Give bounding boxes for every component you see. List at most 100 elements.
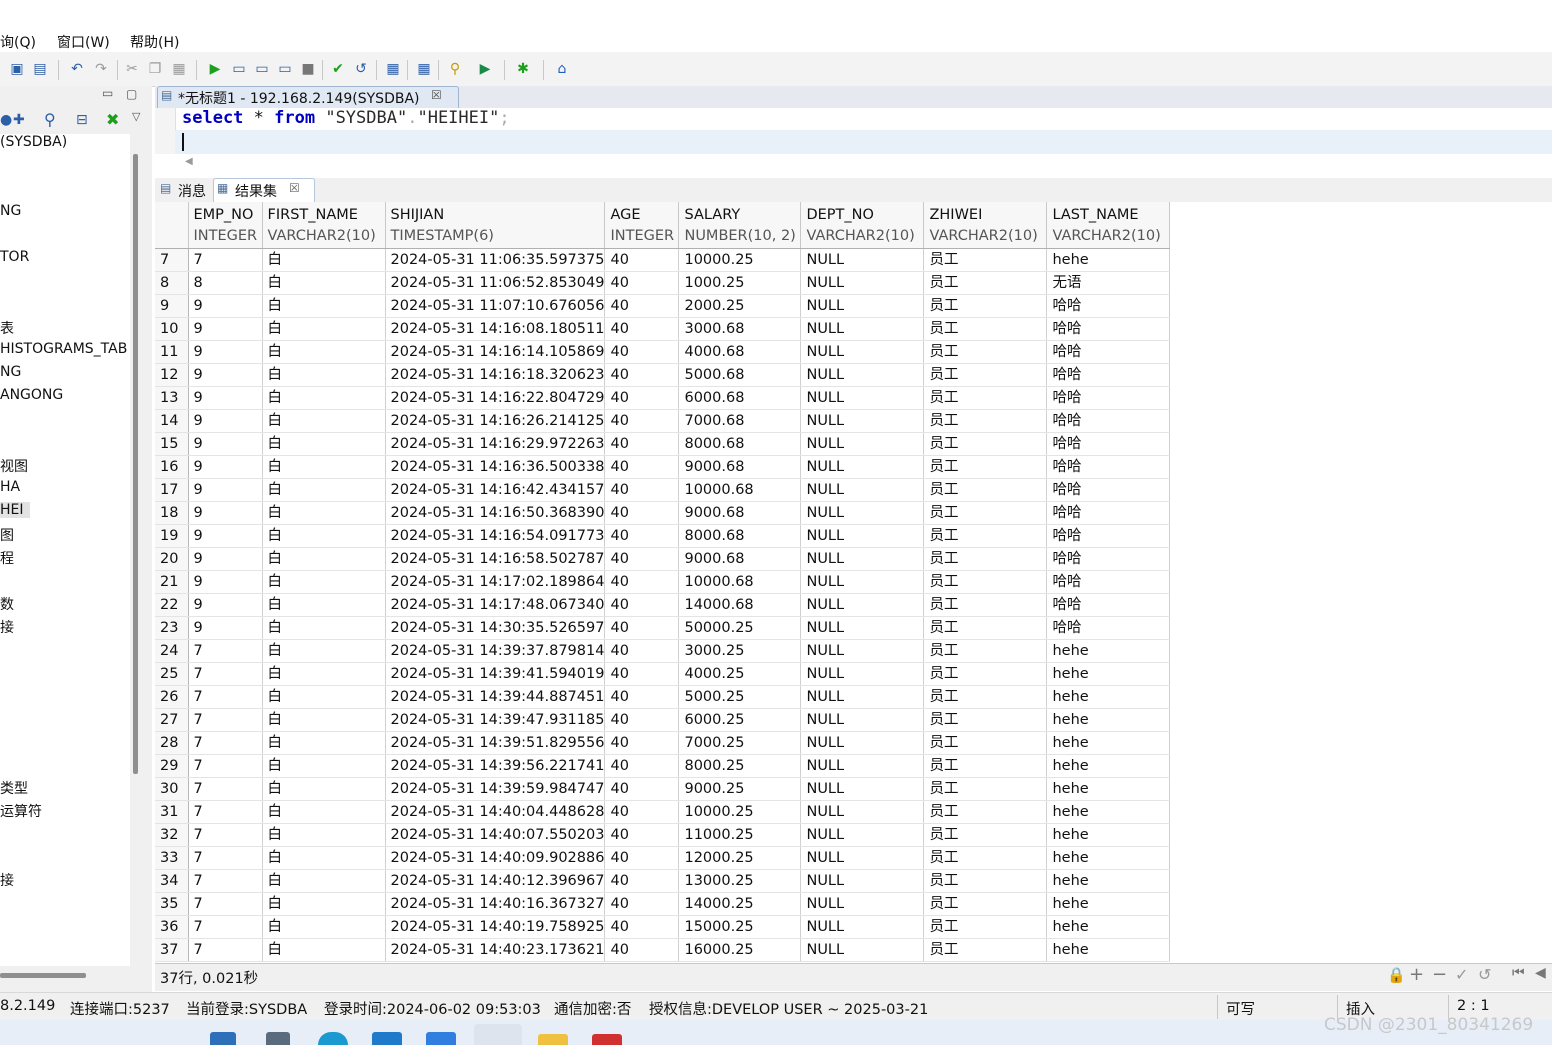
table-row[interactable]: 31 7 白 2024-05-31 14:40:04.448628 40 10000.25… [155, 800, 1171, 824]
table-cell[interactable]: 员工 [923, 777, 1048, 801]
row-number[interactable]: 10 [155, 317, 189, 341]
table-cell[interactable]: 10000.25 [678, 800, 802, 824]
table-cell[interactable]: hehe [1046, 662, 1171, 686]
table-cell[interactable]: 9 [188, 455, 263, 479]
tree-item[interactable]: TOR [0, 249, 29, 265]
step-icon[interactable]: ▶ [476, 60, 494, 78]
table-cell[interactable]: 8 [188, 271, 263, 295]
table-cell[interactable]: 9 [188, 616, 263, 640]
table-cell[interactable]: 哈哈 [1046, 616, 1171, 640]
table-cell[interactable]: 员工 [923, 501, 1048, 525]
table-cell[interactable]: 40 [604, 846, 680, 870]
new-connection-icon[interactable]: ✚ [13, 112, 25, 128]
row-number[interactable]: 16 [155, 455, 189, 479]
table-cell[interactable]: 40 [604, 478, 680, 502]
table-cell[interactable]: 2024-05-31 14:39:37.879814 [385, 639, 606, 663]
table-row[interactable]: 14 9 白 2024-05-31 14:16:26.214125 40 7000.68 N… [155, 409, 1171, 433]
menu-window[interactable]: 窗口(W) [57, 32, 110, 52]
table-row[interactable]: 35 7 白 2024-05-31 14:40:16.367327 40 14000.25… [155, 892, 1171, 916]
table-cell[interactable]: 员工 [923, 754, 1048, 778]
table-cell[interactable]: 7000.25 [678, 731, 802, 755]
table-cell[interactable]: 白 [262, 800, 386, 824]
row-number[interactable]: 18 [155, 501, 189, 525]
table-cell[interactable]: 2024-05-31 14:39:44.887451 [385, 685, 606, 709]
tree-item[interactable]: 运算符 [0, 801, 42, 821]
table-row[interactable]: 34 7 白 2024-05-31 14:40:12.396967 40 13000.25… [155, 869, 1171, 893]
table-cell[interactable]: NULL [800, 363, 925, 387]
table-cell[interactable]: 员工 [923, 731, 1048, 755]
table-cell[interactable]: 员工 [923, 685, 1048, 709]
row-number[interactable]: 30 [155, 777, 189, 801]
tree-item[interactable]: 表 [0, 318, 14, 338]
table-cell[interactable]: 40 [604, 777, 680, 801]
table-cell[interactable]: 3000.25 [678, 639, 802, 663]
table-cell[interactable]: NULL [800, 639, 925, 663]
table-cell[interactable]: 白 [262, 363, 386, 387]
table-cell[interactable]: 9000.68 [678, 547, 802, 571]
cut-icon[interactable]: ✂ [123, 60, 141, 78]
table-row[interactable]: 22 9 白 2024-05-31 14:17:48.067340 40 14000.68… [155, 593, 1171, 617]
table-cell[interactable]: 7 [188, 754, 263, 778]
table-cell[interactable]: 7 [188, 800, 263, 824]
row-number[interactable]: 25 [155, 662, 189, 686]
table-cell[interactable]: 2024-05-31 14:16:29.972263 [385, 432, 606, 456]
table-cell[interactable]: 员工 [923, 593, 1048, 617]
table-cell[interactable]: NULL [800, 547, 925, 571]
table-cell[interactable]: 40 [604, 501, 680, 525]
table-cell[interactable]: 2024-05-31 14:16:08.180511 [385, 317, 606, 341]
table-cell[interactable]: NULL [800, 915, 925, 939]
taskbar-app-icon[interactable] [372, 1032, 402, 1045]
row-number[interactable]: 29 [155, 754, 189, 778]
table-row[interactable]: 29 7 白 2024-05-31 14:39:56.221741 40 8000.25 N… [155, 754, 1171, 778]
table-cell[interactable]: 2024-05-31 14:16:50.368390 [385, 501, 606, 525]
table-cell[interactable]: 白 [262, 386, 386, 410]
table-cell[interactable]: 2024-05-31 11:06:52.853049 [385, 271, 606, 295]
table-cell[interactable]: 员工 [923, 892, 1048, 916]
table-cell[interactable]: NULL [800, 892, 925, 916]
row-number[interactable]: 28 [155, 731, 189, 755]
table-cell[interactable]: 40 [604, 455, 680, 479]
refresh-icon[interactable]: ↺ [1478, 965, 1491, 984]
taskbar-active-app[interactable] [474, 1024, 522, 1045]
table-cell[interactable]: 9 [188, 340, 263, 364]
table-cell[interactable]: 40 [604, 317, 680, 341]
table-cell[interactable]: NULL [800, 846, 925, 870]
table-cell[interactable]: 10000.68 [678, 478, 802, 502]
table-cell[interactable]: 哈哈 [1046, 409, 1171, 433]
column-header[interactable]: FIRST_NAME VARCHAR2(10) [262, 202, 386, 249]
row-number[interactable]: 13 [155, 386, 189, 410]
table-cell[interactable]: 2024-05-31 14:17:48.067340 [385, 593, 606, 617]
row-number[interactable]: 33 [155, 846, 189, 870]
table-cell[interactable]: hehe [1046, 892, 1171, 916]
table-cell[interactable]: 40 [604, 432, 680, 456]
table-cell[interactable]: 白 [262, 593, 386, 617]
table-row[interactable]: 36 7 白 2024-05-31 14:40:19.758925 40 15000.25… [155, 915, 1171, 939]
table-cell[interactable]: hehe [1046, 777, 1171, 801]
table-row[interactable]: 37 7 白 2024-05-31 14:40:23.173621 40 16000.25… [155, 938, 1171, 962]
table-cell[interactable]: 哈哈 [1046, 432, 1171, 456]
table-row[interactable]: 17 9 白 2024-05-31 14:16:42.434157 40 10000.68… [155, 478, 1171, 502]
table-cell[interactable]: 15000.25 [678, 915, 802, 939]
table-cell[interactable]: NULL [800, 570, 925, 594]
table-row[interactable]: 25 7 白 2024-05-31 14:39:41.594019 40 4000.25 N… [155, 662, 1171, 686]
paste-icon[interactable]: ▦ [170, 60, 188, 78]
table-cell[interactable]: NULL [800, 294, 925, 318]
table-cell[interactable]: 白 [262, 938, 386, 962]
column-header[interactable]: SHIJIAN TIMESTAMP(6) [385, 202, 606, 249]
table-row[interactable]: 15 9 白 2024-05-31 14:16:29.972263 40 8000.68 N… [155, 432, 1171, 456]
table-cell[interactable]: 2024-05-31 14:39:51.829556 [385, 731, 606, 755]
table-cell[interactable]: 2024-05-31 14:30:35.526597 [385, 616, 606, 640]
table-cell[interactable]: 40 [604, 892, 680, 916]
table-cell[interactable]: 40 [604, 340, 680, 364]
table-cell[interactable]: 2024-05-31 14:16:58.502787 [385, 547, 606, 571]
save-icon[interactable]: ▣ [8, 60, 26, 78]
tree-scrollbar[interactable] [133, 154, 138, 774]
table-cell[interactable]: 员工 [923, 524, 1048, 548]
table-cell[interactable]: 员工 [923, 915, 1048, 939]
table-cell[interactable]: 员工 [923, 639, 1048, 663]
collapse-icon[interactable]: ⊟ [76, 112, 88, 128]
table-cell[interactable]: 2024-05-31 14:16:22.804729 [385, 386, 606, 410]
table-cell[interactable]: 2024-05-31 14:40:12.396967 [385, 869, 606, 893]
tree-item[interactable]: 程 [0, 548, 14, 568]
table-cell[interactable]: 2024-05-31 14:16:54.091773 [385, 524, 606, 548]
